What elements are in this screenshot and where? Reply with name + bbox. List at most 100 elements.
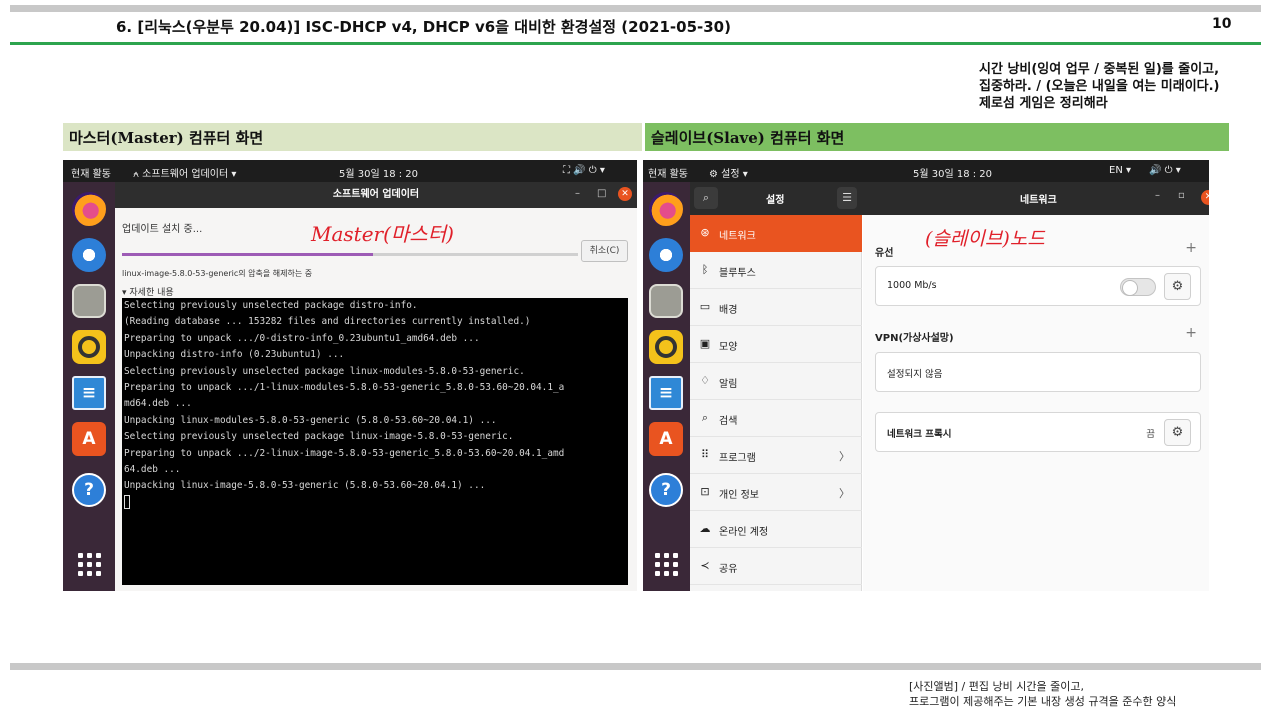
firefox-icon[interactable] xyxy=(649,192,683,226)
libreoffice-writer-icon[interactable]: ≡ xyxy=(649,376,683,410)
cancel-button[interactable]: 취소(C) xyxy=(581,240,628,262)
add-wired-icon[interactable]: + xyxy=(1185,240,1197,256)
sidebar-item-label: 블루투스 xyxy=(719,268,756,279)
sidebar-item-privacy[interactable]: ⊡ 개인 정보 〉 xyxy=(690,474,862,511)
add-vpn-icon[interactable]: + xyxy=(1185,325,1197,341)
window-title: 소프트웨어 업데이터 xyxy=(115,182,637,208)
progress-fill xyxy=(122,253,373,256)
sidebar-item-applications[interactable]: ⠿ 프로그램 〉 xyxy=(690,437,862,474)
search-icon[interactable]: ⌕ xyxy=(694,187,718,209)
files-icon[interactable] xyxy=(649,284,683,318)
clock[interactable]: 5월 30일 18 : 20 xyxy=(339,165,418,180)
details-expander[interactable]: ▾ 자세한 내용 xyxy=(122,285,174,298)
proxy-label: 네트워크 프록시 xyxy=(887,429,952,440)
terminal-output: Selecting previously unselected package … xyxy=(122,298,628,585)
maximize-icon[interactable]: □ xyxy=(597,188,606,199)
gear-icon[interactable]: ⚙ xyxy=(1164,419,1191,446)
motto: 시간 낭비(잉여 업무 / 중복된 일)를 줄이고, 집중하라. / (오늘은 … xyxy=(979,61,1264,112)
bluetooth-icon: ᛒ xyxy=(701,263,709,276)
slave-section-label: 슬레이브(Slave) 컴퓨터 화면 xyxy=(645,123,1229,151)
master-section-label: 마스터(Master) 컴퓨터 화면 xyxy=(63,123,642,151)
clock[interactable]: 5월 30일 18 : 20 xyxy=(913,165,992,180)
files-icon[interactable] xyxy=(72,284,106,318)
dock: ≡ A ? xyxy=(643,182,690,591)
background-icon: ▭ xyxy=(699,300,711,313)
software-center-icon[interactable]: A xyxy=(649,422,683,456)
app-menu[interactable]: ⚙ 설정 ▾ xyxy=(709,165,748,180)
thunderbird-icon[interactable] xyxy=(72,238,106,272)
slave-desktop: 현재 활동 ⚙ 설정 ▾ 5월 30일 18 : 20 EN ▾ 🔊 ⏻ ▾ ≡… xyxy=(643,160,1209,591)
motto-line: 시간 낭비(잉여 업무 / 중복된 일)를 줄이고, xyxy=(979,62,1220,77)
header-underline xyxy=(10,42,1261,45)
firefox-icon[interactable] xyxy=(72,192,106,226)
activities-button[interactable]: 현재 활동 xyxy=(71,165,111,180)
dock: ≡ A ? xyxy=(63,182,115,591)
footer-note: [사진앨범] / 편집 낭비 시간을 줄이고, 프로그램이 제공해주는 기본 내… xyxy=(909,679,1176,709)
help-icon[interactable]: ? xyxy=(649,473,683,507)
system-status-icons[interactable]: 🔊 ⏻ ▾ xyxy=(1149,165,1181,176)
hamburger-menu-icon[interactable]: ☰ xyxy=(837,187,857,209)
sidebar-item-network[interactable]: ⊛ 네트워크 xyxy=(690,215,862,252)
libreoffice-writer-icon[interactable]: ≡ xyxy=(72,376,106,410)
master-desktop: 현재 활동 ⍲ 소프트웨어 업데이터 ▾ 5월 30일 18 : 20 ⛶ 🔊 … xyxy=(63,160,637,591)
sidebar-item-search[interactable]: ⌕ 검색 xyxy=(690,400,862,437)
master-top-bar: 현재 활동 ⍲ 소프트웨어 업데이터 ▾ 5월 30일 18 : 20 ⛶ 🔊 … xyxy=(63,160,637,182)
page-number: 10 xyxy=(1212,16,1232,32)
motto-line: 집중하라. / (오늘은 내일을 여는 미래이다.) xyxy=(979,79,1220,94)
gear-icon[interactable]: ⚙ xyxy=(1164,273,1191,300)
minimize-icon[interactable]: – xyxy=(1155,190,1160,201)
sidebar-item-label: 네트워크 xyxy=(719,231,756,242)
sidebar-item-appearance[interactable]: ▣ 모양 xyxy=(690,326,862,363)
sidebar-item-label: 온라인 계정 xyxy=(719,527,769,538)
terminal-line: 64.deb ... xyxy=(124,464,181,476)
close-icon[interactable]: ✕ xyxy=(618,187,632,201)
rhythmbox-icon[interactable] xyxy=(649,330,683,364)
vpn-section-label: VPN(가상사설망) xyxy=(875,333,954,344)
sidebar-item-online-accounts[interactable]: ☁ 온라인 계정 xyxy=(690,511,862,548)
terminal-line: Selecting previously unselected package … xyxy=(124,365,525,377)
language-menu[interactable]: EN ▾ xyxy=(1109,165,1131,176)
terminal-line: (Reading database ... 153282 files and d… xyxy=(124,316,531,328)
minimize-icon[interactable]: – xyxy=(575,188,580,199)
sidebar-title: 설정 xyxy=(766,195,785,206)
status-text: 업데이트 설치 중... xyxy=(122,224,203,235)
sidebar-item-bluetooth[interactable]: ᛒ 블루투스 xyxy=(690,252,862,289)
sidebar-item-label: 공유 xyxy=(719,564,738,575)
sidebar-item-background[interactable]: ▭ 배경 xyxy=(690,289,862,326)
bell-icon: ♢ xyxy=(700,374,710,387)
network-icon: ⊛ xyxy=(700,226,710,239)
close-icon[interactable]: ✕ xyxy=(1201,190,1209,205)
wired-toggle[interactable] xyxy=(1120,278,1156,296)
maximize-icon[interactable]: ▫ xyxy=(1178,190,1185,201)
thunderbird-icon[interactable] xyxy=(649,238,683,272)
activities-button[interactable]: 현재 활동 xyxy=(648,165,688,180)
panel-title: 네트워크 xyxy=(1020,195,1057,206)
chevron-right-icon: 〉 xyxy=(839,450,850,463)
sidebar-item-label: 개인 정보 xyxy=(719,490,759,501)
terminal-line: Unpacking linux-modules-5.8.0-53-generic… xyxy=(124,414,497,426)
show-applications-icon[interactable] xyxy=(649,547,683,581)
chevron-right-icon: 〉 xyxy=(839,487,850,500)
search-icon: ⌕ xyxy=(701,411,709,424)
bottom-divider xyxy=(10,663,1261,670)
cloud-icon: ☁ xyxy=(699,522,711,535)
footer-line: [사진앨범] / 편집 낭비 시간을 줄이고, xyxy=(909,680,1084,693)
show-applications-icon[interactable] xyxy=(72,547,106,581)
system-status-icons[interactable]: ⛶ 🔊 ⏻ ▾ xyxy=(563,165,605,176)
sidebar-item-sharing[interactable]: ≺ 공유 xyxy=(690,548,862,585)
terminal-line: Selecting previously unselected package … xyxy=(124,431,514,443)
wired-section-label: 유선 xyxy=(875,248,894,259)
proxy-card[interactable]: 네트워크 프록시 끔 ⚙ xyxy=(875,412,1201,452)
share-icon: ≺ xyxy=(700,559,710,572)
wired-speed: 1000 Mb/s xyxy=(887,280,937,291)
software-center-icon[interactable]: A xyxy=(72,422,106,456)
help-icon[interactable]: ? xyxy=(72,473,106,507)
sidebar-item-label: 배경 xyxy=(719,305,738,316)
footer-line: 프로그램이 제공해주는 기본 내장 생성 규격을 준수한 양식 xyxy=(909,695,1177,708)
app-menu[interactable]: ⍲ 소프트웨어 업데이터 ▾ xyxy=(133,165,236,180)
sidebar-item-label: 모양 xyxy=(719,342,738,353)
sidebar-item-notifications[interactable]: ♢ 알림 xyxy=(690,363,862,400)
network-panel: 유선 + 1000 Mb/s ⚙ VPN(가상사설망) + 설정되지 않음 네트… xyxy=(863,215,1209,591)
rhythmbox-icon[interactable] xyxy=(72,330,106,364)
settings-header-bar: ⌕ 설정 ☰ 네트워크 – ▫ ✕ xyxy=(690,182,1209,215)
